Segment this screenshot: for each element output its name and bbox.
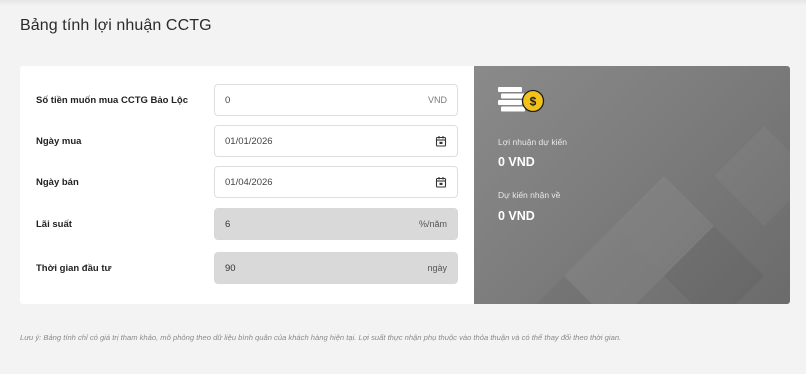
svg-text:$: $ [530,95,537,109]
sell-date-label: Ngày bán [36,176,79,188]
amount-input[interactable]: 0 [225,95,428,106]
term-row: Thời gian đầu tư 90 ngày [20,252,474,284]
rate-value: 6 [225,218,231,230]
amount-label: Số tiền muốn mua CCTG Bảo Lộc [36,94,189,106]
rate-label: Lãi suất [36,218,72,230]
expected-profit-value: 0 VND [498,155,535,169]
buy-date-field[interactable]: 01/01/2026 [214,125,458,157]
calendar-icon[interactable] [435,135,447,147]
buy-date-input[interactable]: 01/01/2026 [225,136,435,147]
result-panel: $ Lợi nhuận dự kiến 0 VND Dự kiến nhận v… [474,66,790,304]
sell-date-input[interactable]: 01/04/2026 [225,177,435,188]
expected-receive-label: Dự kiến nhận về [498,190,561,200]
coin-stack-icon: $ [498,87,545,113]
top-shadow [0,0,806,6]
term-field: 90 ngày [214,252,458,284]
rate-row: Lãi suất 6 %/năm [20,208,474,240]
disclaimer-note: Lưu ý: Bảng tính chỉ có giá trị tham khả… [20,333,622,342]
calculator-form: Số tiền muốn mua CCTG Bảo Lộc 0 VND Ngày… [20,66,474,304]
term-unit: ngày [427,263,447,273]
expected-receive-value: 0 VND [498,209,535,223]
expected-profit-label: Lợi nhuận dự kiến [498,137,567,147]
sell-date-field[interactable]: 01/04/2026 [214,166,458,198]
term-value: 90 [225,262,236,274]
calendar-icon[interactable] [435,176,447,188]
rate-field: 6 %/năm [214,208,458,240]
term-label: Thời gian đầu tư [36,262,112,274]
page-title: Bảng tính lợi nhuận CCTG [20,17,212,34]
amount-row: Số tiền muốn mua CCTG Bảo Lộc 0 VND [20,84,474,116]
buy-date-label: Ngày mua [36,135,82,147]
sell-date-row: Ngày bán 01/04/2026 [20,166,474,198]
rate-unit: %/năm [418,219,447,229]
amount-field[interactable]: 0 VND [214,84,458,116]
amount-unit: VND [427,95,447,105]
buy-date-row: Ngày mua 01/01/2026 [20,125,474,157]
calculator-card: Số tiền muốn mua CCTG Bảo Lộc 0 VND Ngày… [20,66,790,304]
